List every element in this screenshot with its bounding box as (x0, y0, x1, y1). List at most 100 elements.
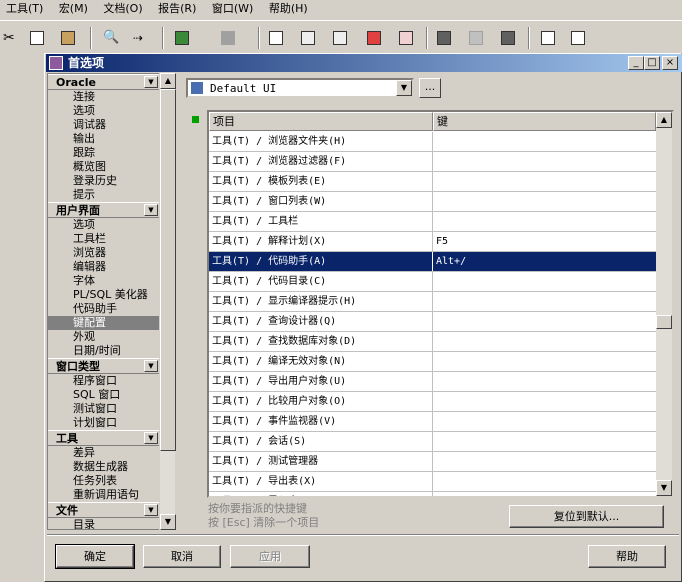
category-item[interactable]: 任务列表 (48, 474, 160, 488)
category-item[interactable]: 提示 (48, 188, 160, 202)
reset-default-button[interactable]: 复位到默认... (509, 505, 664, 528)
minimize-button[interactable]: _ (628, 56, 644, 70)
category-item[interactable]: 跟踪 (48, 146, 160, 160)
scroll-up-icon[interactable]: ▲ (160, 73, 176, 89)
table-row[interactable]: 工具(T) / 比较用户对象(O) (209, 392, 656, 412)
table-row[interactable]: 工具(T) / 会话(S) (209, 432, 656, 452)
cut-icon[interactable]: ✂ (0, 28, 20, 48)
forward-icon[interactable] (218, 28, 238, 48)
paste-icon[interactable] (58, 28, 78, 48)
menu-tools[interactable]: 工具(T) (0, 0, 49, 18)
menu-window[interactable]: 窗口(W) (206, 0, 259, 18)
table-row[interactable]: 工具(T) / 查找数据库对象(D) (209, 332, 656, 352)
menu-help[interactable]: 帮助(H) (263, 0, 314, 18)
windows-icon[interactable] (538, 28, 558, 48)
beautify-icon[interactable] (434, 28, 454, 48)
row-key-cell[interactable] (433, 312, 659, 331)
menu-docs[interactable]: 文档(O) (97, 0, 148, 18)
find-next-icon[interactable]: ⇢ (130, 28, 150, 48)
beautify-disabled-icon[interactable] (466, 28, 486, 48)
row-key-cell[interactable] (433, 172, 659, 191)
category-item[interactable]: PL/SQL 美化器 (48, 288, 160, 302)
tile-icon[interactable] (568, 28, 588, 48)
menu-macro[interactable]: 宏(M) (53, 0, 94, 18)
unindent-icon[interactable] (330, 28, 350, 48)
find-icon[interactable]: 🔍 (100, 28, 120, 48)
indent-icon[interactable] (298, 28, 318, 48)
row-key-cell[interactable] (433, 392, 659, 411)
chevron-down-icon[interactable]: ▼ (144, 76, 158, 88)
maximize-button[interactable]: □ (644, 56, 660, 70)
row-key-cell[interactable] (433, 292, 659, 311)
copy-icon[interactable] (27, 28, 47, 48)
chevron-down-icon[interactable]: ▼ (396, 80, 412, 96)
table-row[interactable]: 工具(T) / 模板列表(E) (209, 172, 656, 192)
category-item[interactable]: 选项 (48, 104, 160, 118)
row-key-cell[interactable]: F5 (433, 232, 659, 251)
category-item[interactable]: 程序窗口 (48, 374, 160, 388)
table-row[interactable]: 工具(T) / 测试管理器 (209, 452, 656, 472)
table-row[interactable]: 工具(T) / 显示编译器提示(H) (209, 292, 656, 312)
category-item[interactable]: 重新调用语句 (48, 488, 160, 502)
table-row[interactable]: 工具(T) / 查询设计器(Q) (209, 312, 656, 332)
category-item[interactable]: 测试窗口 (48, 402, 160, 416)
close-button[interactable]: × (662, 56, 678, 70)
row-key-cell[interactable] (433, 332, 659, 351)
table-row[interactable]: 工具(T) / 导出表(X) (209, 472, 656, 492)
cancel-button[interactable]: 取消 (143, 545, 221, 568)
category-group[interactable]: 工具 ▼ (48, 430, 160, 446)
key-config-grid[interactable]: 项目 键 工具(T) / 浏览器文件夹(H) 工具(T) / 浏览器过滤器(F) 工… (207, 110, 674, 498)
category-item[interactable]: 计划窗口 (48, 416, 160, 430)
comment-icon[interactable] (364, 28, 384, 48)
category-item[interactable]: 日期/时间 (48, 344, 160, 358)
category-group[interactable]: 文件 ▼ (48, 502, 160, 518)
category-item[interactable]: 键配置 (48, 316, 160, 330)
help-button[interactable]: 帮助 (588, 545, 666, 568)
ui-selector[interactable]: Default UI ▼ (186, 78, 414, 98)
apply-button[interactable]: 应用 (230, 545, 310, 568)
row-key-cell[interactable] (433, 372, 659, 391)
category-item[interactable]: 工具栏 (48, 232, 160, 246)
row-key-cell[interactable] (433, 152, 659, 171)
grid-scrollbar[interactable]: ▲ ▼ (656, 112, 672, 496)
category-item[interactable]: 浏览器 (48, 246, 160, 260)
category-scrollbar[interactable]: ▲ ▼ (159, 73, 176, 530)
category-list[interactable]: Oracle ▼ 连接 选项 调试器 输出 跟踪 概览图 登录历史 提示 用户界面 ▼ 选项 工具栏 浏览器… (47, 73, 160, 530)
table-row[interactable]: 工具(T) / 导出用户对象(U) (209, 372, 656, 392)
dialog-titlebar[interactable]: 首选项 _ □ × (46, 54, 682, 72)
row-key-cell[interactable] (433, 452, 659, 471)
scroll-up-icon[interactable]: ▲ (656, 112, 672, 128)
scroll-down-icon[interactable]: ▼ (656, 480, 672, 496)
category-item[interactable]: 代码助手 (48, 302, 160, 316)
row-key-cell[interactable] (433, 472, 659, 491)
table-row[interactable]: 工具(T) / 浏览器文件夹(H) (209, 132, 656, 152)
table-row[interactable]: 工具(T) / 代码助手(A) Alt+/ (209, 252, 656, 272)
uncomment-icon[interactable] (396, 28, 416, 48)
category-item[interactable]: 登录历史 (48, 174, 160, 188)
row-key-cell[interactable] (433, 492, 659, 496)
row-key-cell[interactable] (433, 412, 659, 431)
category-item[interactable]: 数据生成器 (48, 460, 160, 474)
chevron-down-icon[interactable]: ▼ (144, 504, 158, 516)
chevron-down-icon[interactable]: ▼ (144, 360, 158, 372)
table-row[interactable]: 工具(T) / 编译无效对象(N) (209, 352, 656, 372)
row-key-cell[interactable] (433, 432, 659, 451)
category-group[interactable]: Oracle ▼ (48, 74, 160, 90)
row-key-cell[interactable]: Alt+/ (433, 252, 659, 271)
table-row[interactable]: 工具(T) / 浏览器过滤器(F) (209, 152, 656, 172)
beautify-settings-icon[interactable] (498, 28, 518, 48)
column-header-item[interactable]: 项目 (209, 112, 433, 131)
ok-button[interactable]: 确定 (55, 544, 135, 569)
table-row[interactable]: 工具(T) / 解释计划(X) F5 (209, 232, 656, 252)
category-item[interactable]: 编辑器 (48, 260, 160, 274)
category-item[interactable]: 目录 (48, 518, 160, 529)
row-key-cell[interactable] (433, 352, 659, 371)
category-group[interactable]: 用户界面 ▼ (48, 202, 160, 218)
table-row[interactable]: 工具(T) / 窗口列表(W) (209, 192, 656, 212)
doc-icon[interactable] (266, 28, 286, 48)
row-key-cell[interactable] (433, 272, 659, 291)
scroll-down-icon[interactable]: ▼ (160, 514, 176, 530)
category-item[interactable]: 字体 (48, 274, 160, 288)
category-item[interactable]: 输出 (48, 132, 160, 146)
column-header-key[interactable]: 键 (433, 112, 656, 131)
